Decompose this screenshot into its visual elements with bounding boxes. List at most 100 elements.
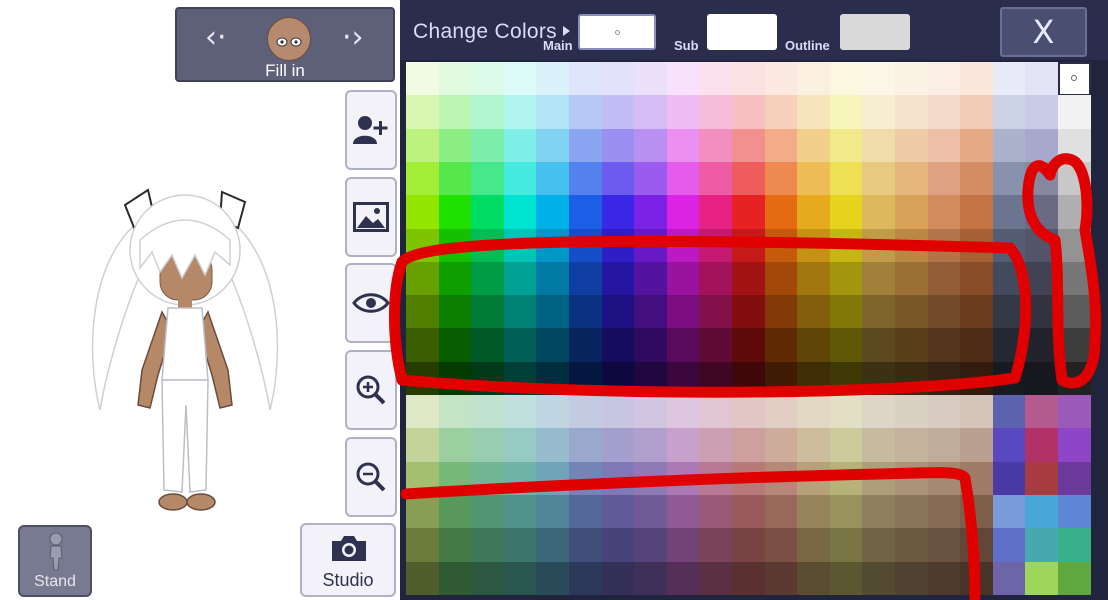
color-swatch[interactable]: [797, 461, 831, 496]
color-swatch[interactable]: [732, 195, 766, 229]
color-swatch[interactable]: [471, 161, 505, 196]
color-swatch[interactable]: [601, 128, 635, 163]
color-swatch[interactable]: [438, 461, 472, 496]
color-swatch[interactable]: [1025, 161, 1059, 196]
color-swatch[interactable]: [797, 228, 831, 263]
color-swatch[interactable]: [927, 361, 961, 396]
color-swatch[interactable]: [992, 328, 1026, 363]
color-swatch[interactable]: [569, 494, 603, 529]
color-swatch[interactable]: [503, 528, 537, 562]
color-swatch[interactable]: [406, 128, 440, 163]
color-swatch[interactable]: [503, 62, 537, 96]
color-swatch[interactable]: [862, 161, 896, 196]
color-swatch[interactable]: [666, 361, 700, 396]
color-swatch[interactable]: [471, 561, 505, 596]
color-swatch[interactable]: [536, 295, 570, 329]
color-swatch[interactable]: [1025, 361, 1059, 396]
color-swatch[interactable]: [829, 494, 863, 529]
color-swatch[interactable]: [471, 461, 505, 496]
color-swatch[interactable]: [536, 494, 570, 529]
color-swatch[interactable]: [634, 328, 668, 363]
color-swatch[interactable]: [960, 95, 994, 130]
color-swatch[interactable]: [503, 228, 537, 263]
color-swatch[interactable]: [960, 261, 994, 296]
color-swatch[interactable]: [438, 494, 472, 529]
color-swatch[interactable]: [829, 62, 863, 96]
color-swatch[interactable]: [895, 395, 929, 429]
color-swatch[interactable]: [406, 161, 440, 196]
color-swatch[interactable]: [992, 195, 1026, 229]
color-swatch[interactable]: [1058, 161, 1092, 196]
color-swatch[interactable]: [732, 261, 766, 296]
color-swatch[interactable]: [1058, 428, 1092, 463]
color-swatch[interactable]: [732, 328, 766, 363]
color-swatch[interactable]: [569, 361, 603, 396]
color-swatch[interactable]: [764, 328, 798, 363]
color-swatch[interactable]: [601, 62, 635, 96]
color-swatch[interactable]: [895, 195, 929, 229]
color-swatch[interactable]: [536, 195, 570, 229]
color-swatch[interactable]: [732, 494, 766, 529]
color-swatch[interactable]: [536, 395, 570, 429]
color-swatch[interactable]: [471, 95, 505, 130]
color-swatch[interactable]: [569, 62, 603, 96]
color-swatch[interactable]: [862, 261, 896, 296]
color-swatch[interactable]: [829, 228, 863, 263]
color-swatch[interactable]: [666, 261, 700, 296]
color-swatch[interactable]: [927, 328, 961, 363]
color-swatch[interactable]: [569, 261, 603, 296]
color-swatch[interactable]: [862, 128, 896, 163]
color-swatch[interactable]: [1025, 295, 1059, 329]
color-swatch[interactable]: [960, 328, 994, 363]
color-swatch[interactable]: [601, 295, 635, 329]
color-swatch[interactable]: [601, 195, 635, 229]
color-swatch[interactable]: [471, 128, 505, 163]
color-swatch[interactable]: [503, 95, 537, 130]
color-swatch[interactable]: [471, 295, 505, 329]
color-swatch[interactable]: [1058, 395, 1092, 429]
color-swatch[interactable]: [992, 261, 1026, 296]
color-swatch[interactable]: [829, 561, 863, 596]
color-swatch[interactable]: [471, 62, 505, 96]
color-swatch[interactable]: [601, 428, 635, 463]
color-swatch[interactable]: [536, 62, 570, 96]
color-swatch[interactable]: [503, 395, 537, 429]
color-swatch[interactable]: [438, 95, 472, 130]
color-swatch[interactable]: [895, 128, 929, 163]
color-swatch[interactable]: [895, 261, 929, 296]
main-color-swatch[interactable]: [578, 14, 656, 50]
color-swatch[interactable]: [699, 428, 733, 463]
color-swatch[interactable]: [927, 228, 961, 263]
color-swatch[interactable]: [1058, 62, 1092, 96]
color-swatch[interactable]: [471, 261, 505, 296]
color-swatch[interactable]: [1058, 461, 1092, 496]
color-swatch[interactable]: [503, 295, 537, 329]
color-swatch[interactable]: [764, 128, 798, 163]
color-swatch[interactable]: [927, 261, 961, 296]
color-swatch[interactable]: [569, 295, 603, 329]
color-swatch[interactable]: [1025, 395, 1059, 429]
color-swatch[interactable]: [797, 161, 831, 196]
color-swatch[interactable]: [829, 261, 863, 296]
color-swatch[interactable]: [601, 161, 635, 196]
color-swatch[interactable]: [569, 128, 603, 163]
color-swatch[interactable]: [1025, 461, 1059, 496]
color-swatch[interactable]: [536, 361, 570, 396]
color-swatch[interactable]: [764, 395, 798, 429]
color-swatch[interactable]: [406, 62, 440, 96]
close-button[interactable]: X: [1000, 7, 1087, 57]
color-swatch[interactable]: [992, 62, 1026, 96]
color-swatch[interactable]: [1058, 494, 1092, 529]
color-swatch[interactable]: [406, 528, 440, 562]
color-swatch[interactable]: [666, 328, 700, 363]
zoom-out-button[interactable]: [345, 437, 397, 517]
color-swatch[interactable]: [1058, 561, 1092, 596]
color-swatch[interactable]: [699, 561, 733, 596]
color-swatch[interactable]: [699, 461, 733, 496]
color-swatch[interactable]: [536, 128, 570, 163]
color-swatch[interactable]: [536, 228, 570, 263]
color-swatch[interactable]: [569, 428, 603, 463]
color-swatch[interactable]: [569, 561, 603, 596]
color-swatch[interactable]: [601, 361, 635, 396]
color-swatch[interactable]: [1025, 128, 1059, 163]
